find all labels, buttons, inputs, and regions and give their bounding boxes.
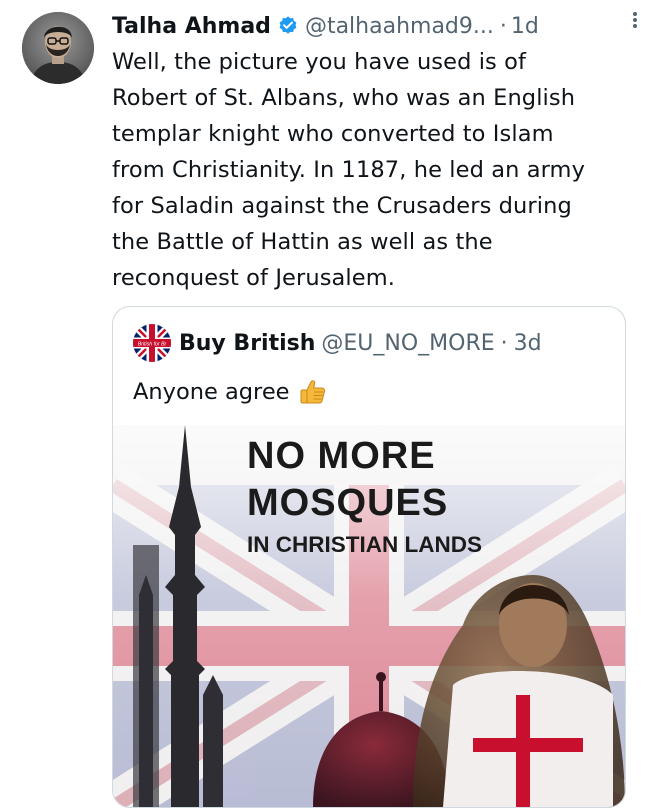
quoted-tweet-text-row: Anyone agree bbox=[133, 377, 328, 407]
author-handle[interactable]: @talhaahmad9... bbox=[305, 14, 494, 39]
quoted-avatar-label: British for Br bbox=[138, 342, 167, 348]
tweet-timestamp[interactable]: 1d bbox=[511, 14, 539, 39]
poster-line-3: IN CHRISTIAN LANDS bbox=[247, 532, 482, 557]
tweet-header: Talha Ahmad @talhaahmad9... · 1d bbox=[112, 8, 625, 44]
author-avatar[interactable] bbox=[22, 12, 94, 84]
poster-line-2: MOSQUES bbox=[247, 482, 448, 524]
poster-image-art: NO MORE MOSQUES IN CHRISTIAN LANDS bbox=[113, 425, 625, 807]
quoted-header-separator: · bbox=[500, 330, 508, 356]
tweet-text: Well, the picture you have used is of Ro… bbox=[112, 49, 585, 291]
quoted-tweet-card[interactable]: British for Br Buy British @EU_NO_MORE ·… bbox=[112, 306, 626, 808]
poster-line-1: NO MORE bbox=[247, 435, 436, 477]
quoted-tweet-image[interactable]: NO MORE MOSQUES IN CHRISTIAN LANDS bbox=[113, 425, 625, 807]
header-separator: · bbox=[499, 13, 507, 39]
author-name[interactable]: Talha Ahmad bbox=[112, 14, 271, 39]
tweet[interactable]: Talha Ahmad @talhaahmad9... · 1d Well, t… bbox=[0, 0, 645, 808]
thumbs-up-emoji bbox=[298, 377, 328, 407]
quoted-author-avatar[interactable]: British for Br bbox=[133, 324, 171, 362]
verified-badge-icon bbox=[277, 15, 299, 37]
quoted-tweet-header: British for Br Buy British @EU_NO_MORE ·… bbox=[133, 324, 542, 362]
quoted-author-handle[interactable]: @EU_NO_MORE bbox=[321, 331, 494, 356]
quoted-author-name[interactable]: Buy British bbox=[179, 331, 315, 356]
quoted-tweet-text: Anyone agree bbox=[133, 379, 290, 405]
quoted-tweet-timestamp[interactable]: 3d bbox=[514, 331, 542, 356]
more-vertical-icon[interactable] bbox=[625, 8, 645, 32]
